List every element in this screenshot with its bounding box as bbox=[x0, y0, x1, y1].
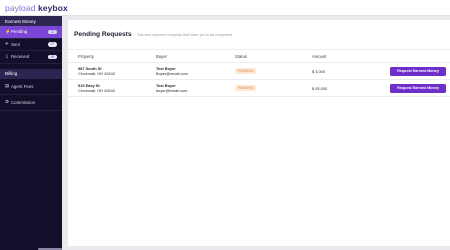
sidebar-item-label: Sent bbox=[11, 41, 21, 47]
sidebar: Earnest Money ⚡ Pending 2 ✈ Sent 27 ⇩ Re… bbox=[0, 16, 62, 250]
sidebar-item-label: Agent Fees bbox=[11, 83, 34, 89]
column-header-amount: Amount bbox=[312, 54, 327, 59]
property-cell: 987 South St Cincinnati, OH 45242 bbox=[78, 66, 115, 76]
request-earnest-money-button[interactable]: Request Earnest Money bbox=[390, 66, 446, 76]
status-badge: PENDING bbox=[235, 68, 257, 74]
property-city: Cincinnati, OH 45242 bbox=[78, 88, 115, 93]
column-header-property: Property bbox=[78, 54, 94, 59]
table-row: 987 South St Cincinnati, OH 45242 Test B… bbox=[68, 63, 450, 80]
sidebar-item-commission[interactable]: ⚙ Commission bbox=[0, 95, 62, 111]
buyer-email: Buyer@email.com bbox=[156, 71, 188, 76]
status-badge: PENDING bbox=[235, 85, 257, 91]
amount-value: $ 93,000 bbox=[312, 85, 328, 91]
sidebar-item-received[interactable]: ⇩ Received 48 bbox=[0, 51, 62, 64]
table-row: 519 Easy St Cincinnati, OH 45242 Test Bu… bbox=[68, 80, 450, 97]
column-header-status: Status bbox=[235, 54, 247, 59]
count-badge: 48 bbox=[48, 54, 57, 59]
panel-header: Pending Requests Earnest payment request… bbox=[68, 20, 450, 50]
section-billing: Billing bbox=[0, 68, 62, 79]
sidebar-item-agent-fees[interactable]: ▤ Agent Fees bbox=[0, 79, 62, 95]
table-header: Property Buyer Status Amount bbox=[68, 50, 450, 63]
sidebar-item-label: Pending bbox=[11, 29, 28, 35]
main-content: Pending Requests Earnest payment request… bbox=[62, 16, 450, 250]
app-logo[interactable]: payload keybox bbox=[5, 3, 68, 13]
property-cell: 519 Easy St Cincinnati, OH 45242 bbox=[78, 83, 115, 93]
sidebar-item-label: Received bbox=[11, 54, 30, 60]
page-subtitle: Earnest payment requests that have yet t… bbox=[137, 32, 233, 37]
pending-requests-panel: Pending Requests Earnest payment request… bbox=[68, 20, 450, 246]
count-badge: 2 bbox=[48, 29, 57, 34]
logo-payload: payload bbox=[5, 2, 36, 13]
buyer-email: buyer@email.com bbox=[156, 88, 188, 93]
column-header-buyer: Buyer bbox=[156, 54, 167, 59]
sidebar-item-sent[interactable]: ✈ Sent 27 bbox=[0, 39, 62, 51]
request-earnest-money-button[interactable]: Request Earnest Money bbox=[390, 83, 446, 93]
sidebar-item-label: Commission bbox=[11, 99, 36, 105]
buyer-cell: Test Buyer buyer@email.com bbox=[156, 83, 187, 93]
property-city: Cincinnati, OH 45242 bbox=[78, 71, 115, 76]
page-title: Pending Requests bbox=[74, 31, 132, 38]
count-badge: 27 bbox=[48, 42, 57, 47]
top-bar: payload keybox bbox=[0, 0, 450, 16]
amount-value: $ 3,000 bbox=[312, 68, 325, 74]
logo-keybox: keybox bbox=[37, 2, 68, 13]
buyer-cell: Test Buyer Buyer@email.com bbox=[156, 66, 188, 76]
section-earnest-money: Earnest Money bbox=[0, 16, 62, 26]
sidebar-item-pending[interactable]: ⚡ Pending 2 bbox=[0, 26, 62, 39]
